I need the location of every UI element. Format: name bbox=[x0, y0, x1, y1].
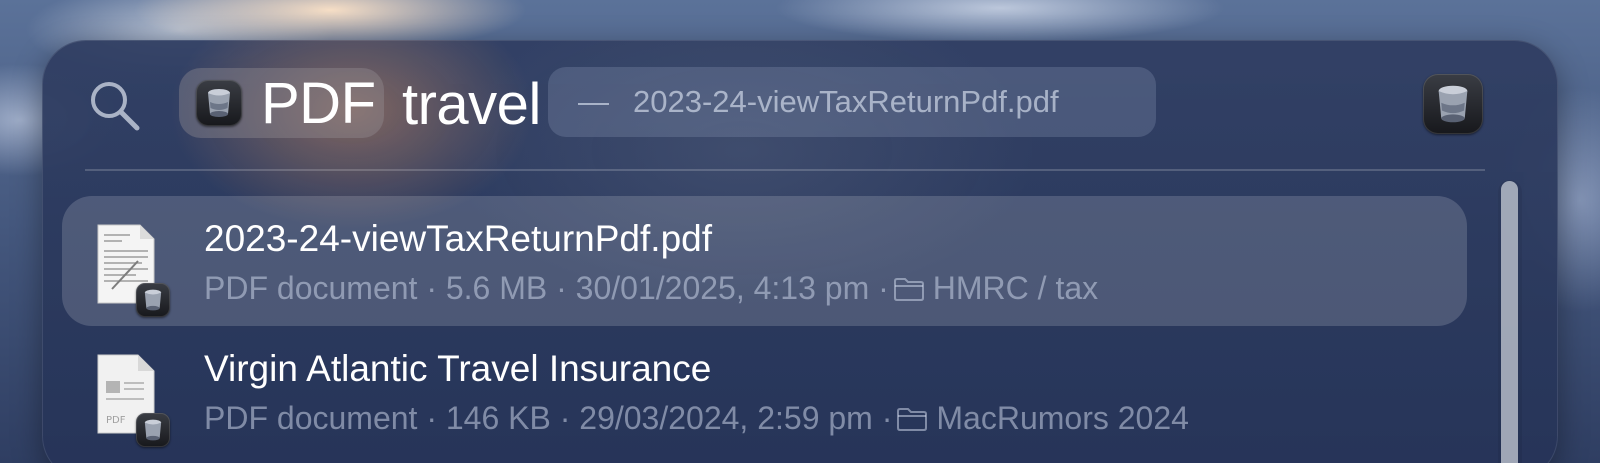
result-meta: PDF document · 146 KB · 29/03/2024, 2:59… bbox=[204, 400, 1189, 437]
doc-icon-label: PDF bbox=[106, 415, 126, 426]
folder-icon bbox=[893, 277, 924, 301]
result-row[interactable]: 2023-24-viewTaxReturnPdf.pdf PDF documen… bbox=[62, 196, 1467, 326]
meta-separator: · bbox=[426, 270, 437, 306]
meta-separator: · bbox=[881, 400, 893, 436]
search-icon bbox=[91, 82, 140, 131]
result-kind: PDF document bbox=[204, 400, 418, 436]
search-scope-token[interactable]: PDF bbox=[179, 68, 384, 138]
result-folder: HMRC / tax bbox=[932, 270, 1099, 306]
result-date: 30/01/2025, 4:13 pm bbox=[575, 270, 870, 306]
meta-separator: · bbox=[878, 270, 889, 306]
meta-separator: · bbox=[556, 270, 567, 306]
suggestion-text: 2023-24-viewTaxReturnPdf.pdf bbox=[633, 84, 1059, 119]
meta-separator: · bbox=[559, 400, 571, 436]
preview-badge-icon bbox=[136, 283, 170, 317]
scrollbar-thumb[interactable] bbox=[1501, 181, 1518, 463]
preview-app-icon bbox=[196, 80, 242, 126]
result-meta: PDF document · 5.6 MB · 30/01/2025, 4:13… bbox=[204, 270, 1098, 307]
result-size: 146 KB bbox=[445, 400, 551, 436]
result-size: 5.6 MB bbox=[445, 270, 548, 306]
result-kind: PDF document bbox=[204, 270, 418, 306]
search-input[interactable]: travel bbox=[402, 70, 541, 140]
preview-badge-icon bbox=[136, 413, 170, 447]
pdf-document-icon: PDF bbox=[92, 351, 172, 447]
pdf-document-icon bbox=[92, 221, 172, 317]
spotlight-panel: PDF travel — 2023-24-viewTaxReturnPdf.pd… bbox=[42, 40, 1558, 463]
autocomplete-suggestion[interactable]: — 2023-24-viewTaxReturnPdf.pdf bbox=[548, 67, 1156, 137]
divider bbox=[85, 169, 1485, 171]
result-title: 2023-24-viewTaxReturnPdf.pdf bbox=[204, 218, 713, 259]
meta-separator: · bbox=[426, 400, 437, 436]
result-folder: MacRumors 2024 bbox=[936, 400, 1189, 436]
preview-app-icon[interactable] bbox=[1423, 74, 1483, 134]
folder-icon bbox=[897, 407, 928, 431]
result-row[interactable]: PDF Virgin Atlantic Travel Insurance PDF… bbox=[62, 326, 1467, 456]
suggestion-dash: — bbox=[578, 84, 609, 119]
result-title: Virgin Atlantic Travel Insurance bbox=[204, 348, 712, 389]
token-label: PDF bbox=[261, 70, 376, 136]
result-date: 29/03/2024, 2:59 pm bbox=[579, 400, 873, 436]
